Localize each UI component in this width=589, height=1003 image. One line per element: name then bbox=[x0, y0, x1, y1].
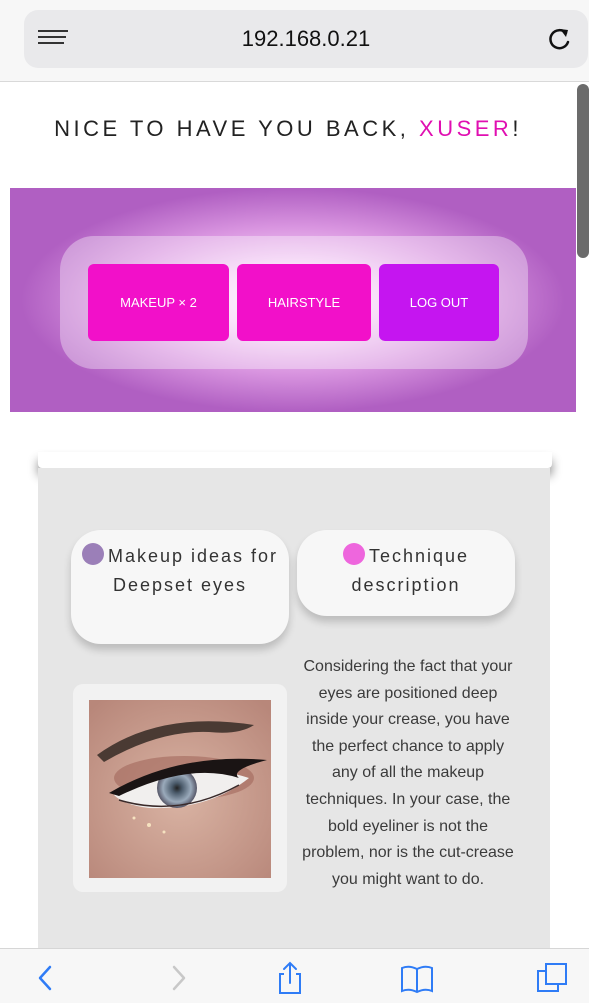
makeup-button[interactable]: MAKEUP × 2 bbox=[88, 264, 229, 341]
makeup-icon bbox=[81, 543, 104, 565]
forward-icon[interactable] bbox=[160, 961, 194, 995]
address-bar[interactable]: 192.168.0.21 bbox=[24, 10, 588, 68]
hairstyle-button[interactable]: HAIRSTYLE bbox=[237, 264, 371, 341]
technique-label: Technique description bbox=[351, 546, 470, 595]
eye-makeup-photo bbox=[89, 700, 271, 878]
makeup-ideas-label: Makeup ideas for Deepset eyes bbox=[107, 546, 279, 595]
greeting-suffix: ! bbox=[512, 116, 522, 141]
greeting-username: XUSER bbox=[419, 116, 513, 141]
logout-button[interactable]: LOG OUT bbox=[379, 264, 499, 341]
eye-image-card bbox=[73, 684, 287, 892]
technique-card[interactable]: Technique description bbox=[297, 530, 515, 616]
book-icon[interactable] bbox=[400, 961, 434, 995]
page-scrollbar[interactable] bbox=[577, 84, 589, 258]
browser-top-bar: 192.168.0.21 bbox=[0, 0, 589, 82]
nav-panel: MAKEUP × 2 HAIRSTYLE LOG OUT bbox=[60, 236, 528, 369]
share-icon[interactable] bbox=[273, 961, 307, 995]
hero-banner: MAKEUP × 2 HAIRSTYLE LOG OUT bbox=[10, 188, 576, 412]
brush-icon bbox=[342, 543, 365, 565]
content-panel: Makeup ideas for Deepset eyes Technique … bbox=[38, 468, 550, 948]
url-text[interactable]: 192.168.0.21 bbox=[24, 26, 588, 52]
greeting-prefix: NICE TO HAVE YOU BACK, bbox=[54, 116, 420, 141]
back-icon[interactable] bbox=[30, 961, 64, 995]
greeting-heading: NICE TO HAVE YOU BACK, XUSER! bbox=[0, 116, 576, 142]
technique-description: Considering the fact that your eyes are … bbox=[302, 658, 514, 888]
tabs-icon[interactable] bbox=[536, 961, 570, 995]
browser-bottom-toolbar bbox=[0, 948, 589, 1003]
section-divider bbox=[38, 452, 552, 468]
makeup-ideas-card[interactable]: Makeup ideas for Deepset eyes bbox=[71, 530, 289, 644]
reload-icon[interactable] bbox=[546, 25, 574, 53]
